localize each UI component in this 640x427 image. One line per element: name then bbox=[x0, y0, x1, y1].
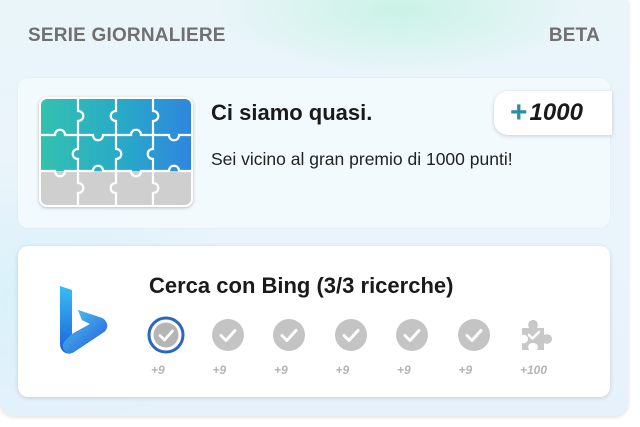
search-step-4: +9 bbox=[332, 316, 394, 382]
step-points: +9 bbox=[212, 363, 227, 377]
step-points: +9 bbox=[335, 363, 350, 377]
bing-logo-icon bbox=[56, 284, 112, 356]
search-step-2: +9 bbox=[209, 316, 271, 382]
bonus-card-description: Sei vicino al gran premio di 1000 punti! bbox=[211, 149, 513, 169]
panel-title: SERIE GIORNALIERE bbox=[28, 25, 226, 46]
check-circle-icon bbox=[457, 319, 490, 351]
bonus-card-title: Ci siamo quasi. bbox=[211, 100, 373, 125]
step-points: +100 bbox=[520, 363, 548, 377]
check-circle-icon bbox=[211, 319, 244, 351]
bing-search-card[interactable]: Cerca con Bing (3/3 ricerche) +9 +9 +9 +… bbox=[18, 246, 610, 397]
search-step-reward: +100 bbox=[516, 316, 578, 382]
step-points: +9 bbox=[458, 363, 473, 377]
check-circle-icon bbox=[273, 319, 305, 351]
plus-sign: + bbox=[510, 96, 528, 129]
beta-badge: BETA bbox=[548, 25, 600, 46]
check-circle-icon bbox=[334, 319, 367, 351]
panel-header: SERIE GIORNALIERE BETA bbox=[28, 24, 600, 48]
puzzle-image-icon bbox=[39, 97, 193, 207]
search-step-1: +9 bbox=[147, 316, 209, 382]
search-step-6: +9 bbox=[455, 316, 517, 382]
step-points: +9 bbox=[274, 363, 288, 377]
bing-search-title: Cerca con Bing (3/3 ricerche) bbox=[149, 273, 454, 298]
bonus-points-value: 1000 bbox=[529, 99, 583, 126]
step-points: +9 bbox=[151, 363, 165, 377]
check-circle-icon bbox=[147, 316, 185, 354]
bonus-card[interactable]: Ci siamo quasi. Sei vicino al gran premi… bbox=[18, 78, 612, 228]
puzzle-piece-icon bbox=[522, 320, 552, 350]
search-step-3: +9 bbox=[270, 316, 332, 382]
step-points: +9 bbox=[397, 363, 411, 377]
search-steps: +9 +9 +9 +9 +9 +9 +100 bbox=[147, 316, 578, 382]
check-circle-icon bbox=[396, 319, 428, 351]
daily-streak-panel: SERIE GIORNALIERE BETA Ci siamo quasi. S… bbox=[0, 0, 628, 416]
bonus-points-badge: + 1000 bbox=[494, 91, 612, 135]
search-step-5: +9 bbox=[393, 316, 455, 382]
